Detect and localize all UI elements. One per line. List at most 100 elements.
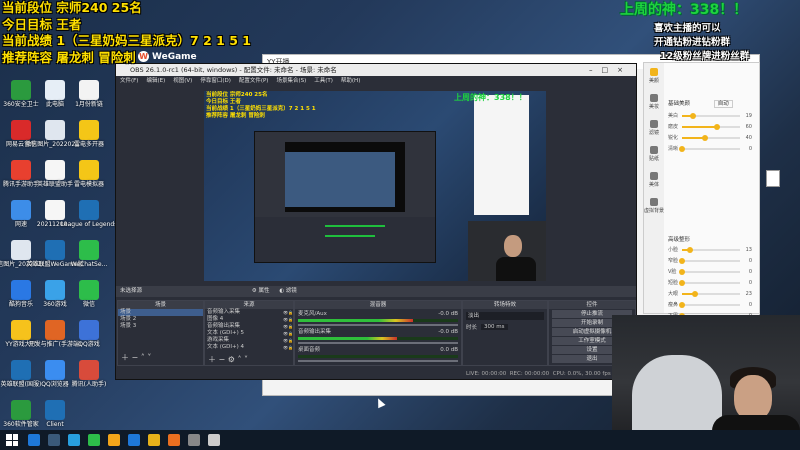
beauty-tab[interactable]: 美体 <box>644 167 664 193</box>
preset-select[interactable]: 自动 <box>713 100 733 108</box>
beauty-slider[interactable]: V脸 0 <box>668 267 754 276</box>
slider-track[interactable] <box>682 112 740 119</box>
taskbar-app-icon[interactable] <box>108 434 120 446</box>
duration-input[interactable]: 300 ms <box>481 324 508 330</box>
desktop-icon[interactable]: 微信 <box>72 280 106 308</box>
taskbar-app-icon[interactable] <box>148 434 160 446</box>
slider-track[interactable] <box>679 145 740 152</box>
desktop-icon[interactable]: 雷电多开器 <box>72 120 106 148</box>
taskbar-app-icon[interactable] <box>168 434 180 446</box>
source-item[interactable]: 图像 4 👁🔒 <box>205 316 293 323</box>
taskbar-app-icon[interactable] <box>208 434 220 446</box>
desktop-icon[interactable]: 1月份新链 <box>72 80 106 108</box>
taskbar-app-icon[interactable] <box>128 434 140 446</box>
slider-track[interactable] <box>679 268 740 275</box>
visibility-icon[interactable]: 👁🔒 <box>283 337 293 344</box>
desktop-icon[interactable]: 360软件管家 <box>3 400 39 428</box>
scene-item[interactable]: 场景 <box>118 309 203 316</box>
desktop-icon[interactable]: 英雄联盟WeGame版 <box>26 240 84 268</box>
beauty-slider[interactable]: 锐化 40 <box>668 133 754 142</box>
visibility-icon[interactable]: 👁🔒 <box>283 309 293 316</box>
desktop-icon[interactable]: 腾讯手游助手 <box>3 160 39 188</box>
slider-knob[interactable] <box>692 290 699 297</box>
desktop-icon[interactable]: 开发与推广(手游端) <box>29 320 81 348</box>
menu-item[interactable]: 停靠窗口(D) <box>200 76 231 86</box>
filters-button[interactable]: ◐ 滤镜 <box>279 288 297 294</box>
beauty-tab[interactable]: 贴纸 <box>644 141 664 167</box>
slider-knob[interactable] <box>679 145 685 152</box>
beauty-slider[interactable]: 短脸 0 <box>668 278 754 287</box>
slider-knob[interactable] <box>690 112 697 119</box>
source-item[interactable]: 文本 (GDI+) 4 👁🔒 <box>205 344 293 351</box>
menu-item[interactable]: 帮助(H) <box>341 76 360 86</box>
menu-item[interactable]: 视图(V) <box>173 76 192 86</box>
desktop-icon[interactable]: 360安全卫士 <box>3 80 39 108</box>
visibility-icon[interactable]: 👁🔒 <box>283 330 293 337</box>
slider-track[interactable] <box>682 134 740 141</box>
desktop-icon[interactable]: QQ浏览器 <box>38 360 72 388</box>
properties-button[interactable]: ⚙ 属性 <box>252 288 270 294</box>
slider-track[interactable] <box>682 246 740 253</box>
source-item[interactable]: 游戏采集 👁🔒 <box>205 337 293 344</box>
obs-preview[interactable]: 当前段位 宗师240 25名 今日目标 王者 当前战绩 1（三星奶妈三星派克）7 2… <box>204 91 546 281</box>
source-buttons[interactable]: ＋ − ⚙ ˄ ˅ <box>208 354 248 365</box>
desktop-icon[interactable]: 微信图片_2022021... <box>25 120 85 148</box>
beauty-slider[interactable]: 窄脸 0 <box>668 256 754 265</box>
taskbar-app-icon[interactable] <box>68 434 80 446</box>
menu-item[interactable]: 文件(F) <box>120 76 138 86</box>
source-item[interactable]: 文本 (GDI+) 5 👁🔒 <box>205 330 293 337</box>
beauty-panel[interactable]: 美颜 美妆 滤镜 贴纸 美体 虚拟背景 基础美颜 自动 美白 19 磨皮 60 锐化 40 清晰 0 高… <box>643 62 760 341</box>
slider-track[interactable] <box>679 301 740 308</box>
desktop-icon[interactable]: 此电脑 <box>38 80 72 108</box>
desktop-icon[interactable]: 360游戏 <box>38 280 72 308</box>
menu-item[interactable]: 场景集合(S) <box>276 76 306 86</box>
menu-item[interactable]: 配置文件(P) <box>239 76 269 86</box>
taskbar-app-icon[interactable] <box>48 434 60 446</box>
visibility-icon[interactable]: 👁🔒 <box>283 323 293 330</box>
scene-item[interactable]: 场景 2 <box>118 316 203 323</box>
taskbar-app-icon[interactable] <box>88 434 100 446</box>
slider-knob[interactable] <box>713 123 720 130</box>
desktop-icon[interactable]: 英雄联盟助手 <box>37 160 73 188</box>
obs-window[interactable]: OBS 26.1.0-rc1 (64-bit, windows) - 配置文件:… <box>115 63 637 380</box>
visibility-icon[interactable]: 👁🔒 <box>283 316 293 323</box>
desktop-icon[interactable]: League of Legends <box>61 200 117 228</box>
slider-track[interactable] <box>679 257 740 264</box>
desktop-icon[interactable]: QQ游戏 <box>72 320 106 348</box>
beauty-tab[interactable]: 美妆 <box>644 89 664 115</box>
volume-slider[interactable] <box>298 360 458 362</box>
desktop-icon[interactable]: 英雄联盟(国服) <box>1 360 41 388</box>
desktop-icon[interactable]: Client <box>38 400 72 428</box>
visibility-icon[interactable]: 👁🔒 <box>283 344 293 351</box>
volume-slider[interactable] <box>298 342 458 344</box>
beauty-slider[interactable]: 小脸 13 <box>668 245 754 254</box>
desktop-icon[interactable]: 酷狗音乐 <box>4 280 38 308</box>
desktop-icon[interactable]: 腾讯(人助手) <box>72 360 106 388</box>
beauty-slider[interactable]: 大眼 23 <box>668 289 754 298</box>
scene-buttons[interactable]: ＋ − ˄ ˅ <box>121 352 151 363</box>
slider-track[interactable] <box>682 123 740 130</box>
slider-knob[interactable] <box>686 246 693 253</box>
beauty-tab[interactable]: 虚拟背景 <box>644 193 664 219</box>
desktop-icon[interactable]: 雷电模拟器 <box>72 160 106 188</box>
taskbar-app-icon[interactable] <box>188 434 200 446</box>
slider-knob[interactable] <box>679 279 685 286</box>
slider-track[interactable] <box>682 290 740 297</box>
beauty-slider[interactable]: 磨皮 60 <box>668 122 754 131</box>
slider-knob[interactable] <box>679 301 685 308</box>
beauty-tab[interactable]: 滤镜 <box>644 115 664 141</box>
slider-knob[interactable] <box>679 257 685 264</box>
slider-knob[interactable] <box>702 134 709 141</box>
menu-item[interactable]: 工具(T) <box>314 76 333 86</box>
beauty-slider[interactable]: 美白 19 <box>668 111 754 120</box>
desktop-icon[interactable]: WeChatSe... <box>71 240 107 268</box>
start-icon[interactable] <box>6 434 18 446</box>
source-item[interactable]: 音频输出采集 👁🔒 <box>205 323 293 330</box>
source-item[interactable]: 音频输入采集 👁🔒 <box>205 309 293 316</box>
transition-select[interactable]: 淡出 <box>466 312 544 320</box>
beauty-slider[interactable]: 清晰 0 <box>668 144 754 153</box>
slider-knob[interactable] <box>679 268 685 275</box>
taskbar-app-icon[interactable] <box>28 434 40 446</box>
menu-item[interactable]: 编辑(E) <box>146 76 165 86</box>
volume-slider[interactable] <box>298 324 458 326</box>
